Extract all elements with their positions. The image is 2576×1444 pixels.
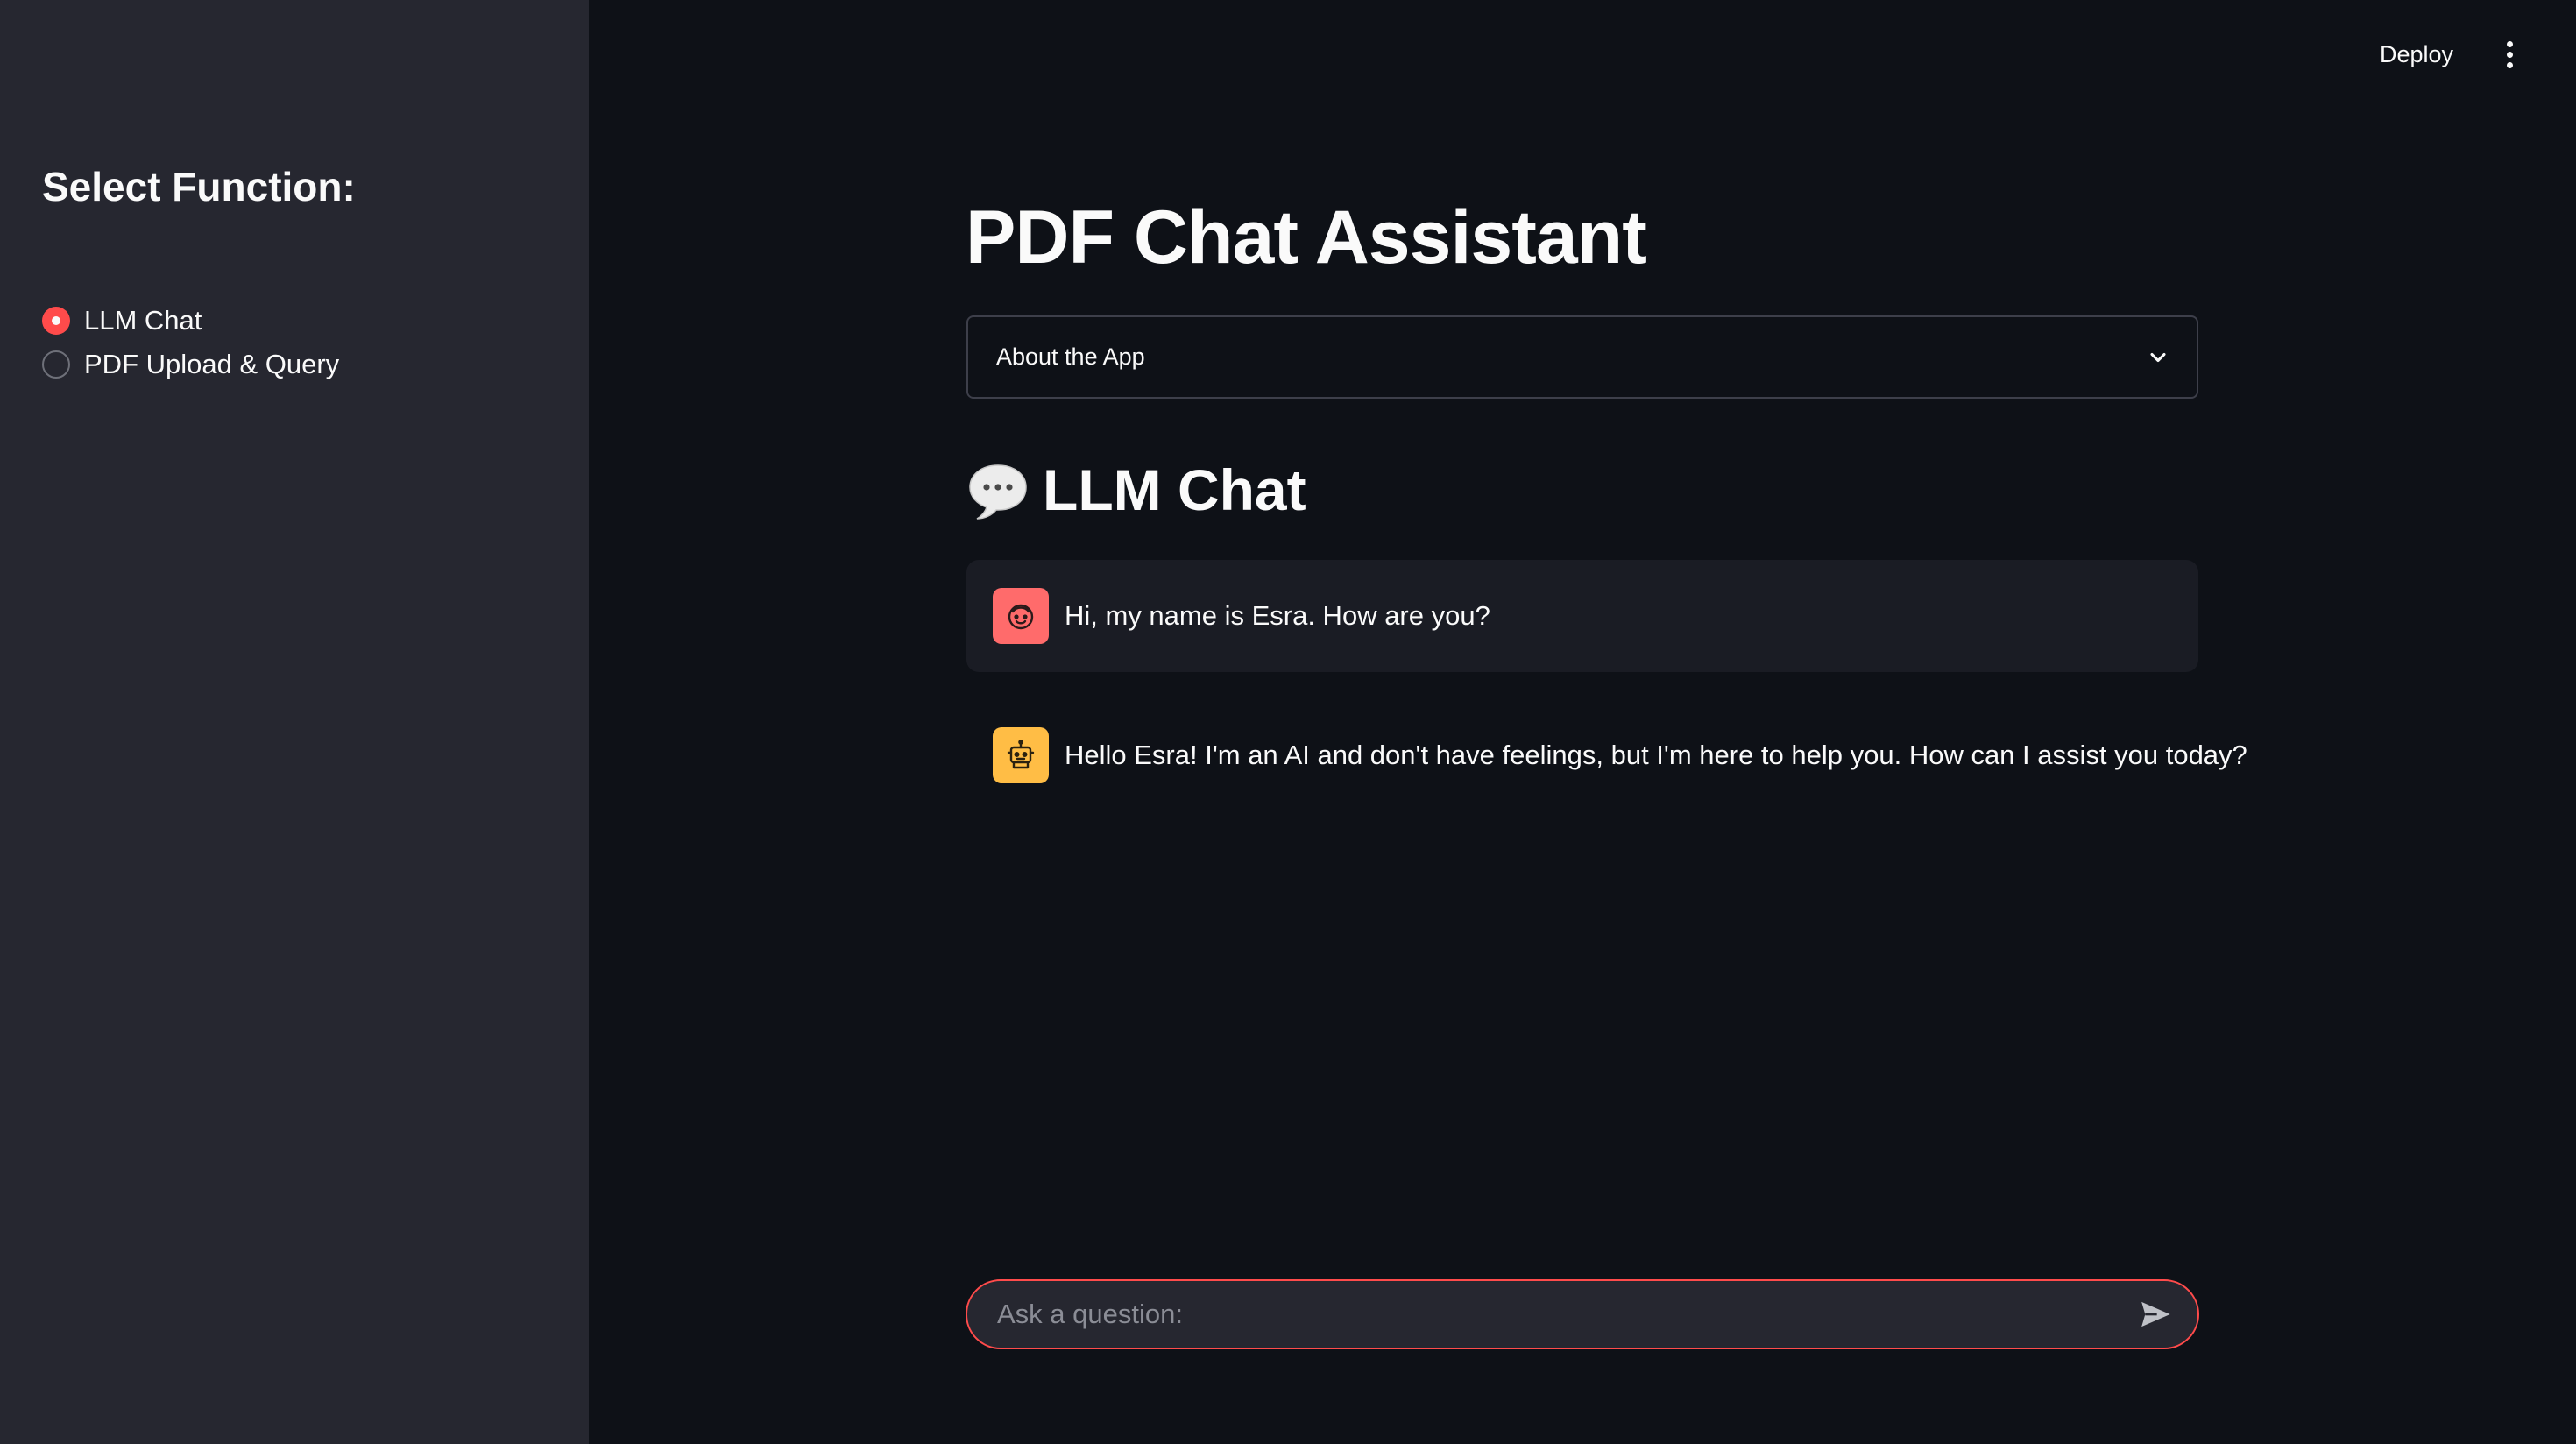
section-heading: LLM Chat (966, 456, 1306, 525)
function-radio-group: LLM Chat PDF Upload & Query (42, 299, 339, 386)
deploy-button[interactable]: Deploy (2373, 35, 2460, 74)
chat-message-assistant: Hello Esra! I'm an AI and don't have fee… (966, 699, 2247, 811)
assistant-message-text: Hello Esra! I'm an AI and don't have fee… (1065, 740, 2247, 770)
page-title: PDF Chat Assistant (966, 195, 1647, 280)
about-expander[interactable]: About the App (966, 315, 2198, 399)
send-icon (2141, 1301, 2170, 1327)
radio-button-checked[interactable] (42, 307, 70, 335)
radio-label-pdf-upload: PDF Upload & Query (84, 349, 340, 379)
sidebar-heading: Select Function: (42, 164, 356, 209)
radio-option-pdf-upload[interactable]: PDF Upload & Query (42, 343, 339, 386)
sidebar: Select Function: LLM Chat PDF Upload & Q… (0, 0, 589, 1444)
robot-icon (1007, 740, 1035, 769)
section-heading-text: LLM Chat (1043, 457, 1306, 522)
user-message-text: Hi, my name is Esra. How are you? (1065, 600, 1490, 631)
face-icon (1008, 604, 1034, 630)
send-button[interactable] (2133, 1292, 2178, 1337)
user-avatar (993, 588, 1049, 644)
radio-label-llm-chat: LLM Chat (84, 305, 202, 336)
chat-input-container (966, 1279, 2199, 1349)
chat-input[interactable] (995, 1298, 2133, 1331)
radio-option-llm-chat[interactable]: LLM Chat (42, 299, 339, 343)
chevron-down-icon (2150, 352, 2166, 362)
radio-button-unchecked[interactable] (42, 350, 70, 379)
app-root: Select Function: LLM Chat PDF Upload & Q… (0, 0, 2576, 1444)
chat-message-user: Hi, my name is Esra. How are you? (966, 560, 2198, 672)
assistant-avatar (993, 727, 1049, 783)
speech-bubble-icon (969, 464, 1027, 520)
expander-label: About the App (996, 343, 1145, 370)
vertical-ellipsis-icon[interactable] (2494, 35, 2525, 74)
